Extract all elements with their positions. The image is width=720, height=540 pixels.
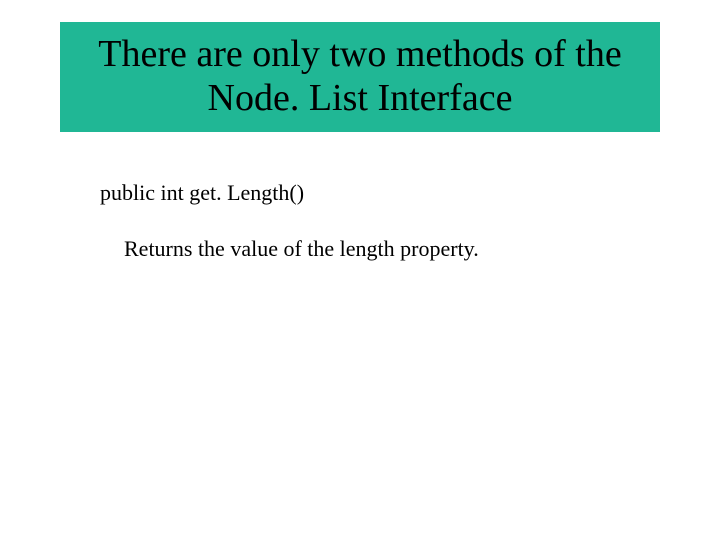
slide-title: There are only two methods of the Node. …: [60, 33, 660, 120]
slide-body: public int get. Length() Returns the val…: [100, 180, 640, 262]
method-description: Returns the value of the length property…: [124, 236, 640, 262]
slide-title-box: There are only two methods of the Node. …: [60, 22, 660, 132]
slide: There are only two methods of the Node. …: [0, 0, 720, 540]
method-signature: public int get. Length(): [100, 180, 640, 206]
